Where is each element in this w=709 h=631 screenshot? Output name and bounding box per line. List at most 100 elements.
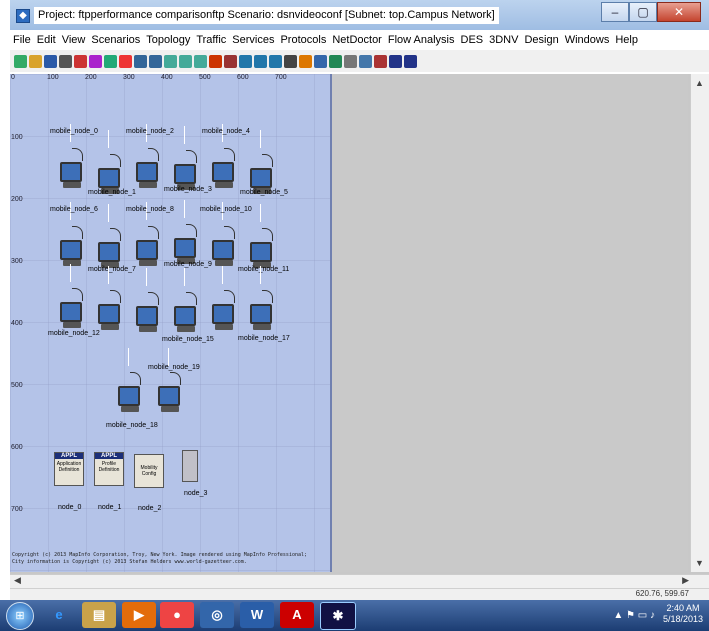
profile-definition-node[interactable]: APPL Profile Definition — [94, 452, 124, 486]
opnet-modeler-icon[interactable]: ✱ — [320, 602, 356, 630]
acrobat-icon[interactable]: A — [280, 602, 314, 628]
opnet-icon[interactable]: ◎ — [200, 602, 234, 628]
antenna-icon — [262, 154, 273, 167]
view-results-icon[interactable] — [239, 54, 252, 68]
maximize-button[interactable]: ▢ — [629, 2, 657, 22]
app-icon[interactable]: ◆ — [16, 9, 30, 23]
mobile-node-7[interactable] — [90, 204, 130, 284]
file-explorer-icon[interactable]: ▤ — [82, 602, 116, 628]
scroll-left-icon[interactable]: ◀ — [14, 575, 21, 586]
node-label: mobile_node_5 — [240, 189, 288, 196]
zoom-in-icon[interactable] — [134, 54, 147, 68]
mobile-node-18[interactable] — [110, 348, 150, 428]
grid-icon[interactable] — [389, 54, 402, 68]
menu-netdoctor[interactable]: NetDoctor — [329, 31, 385, 49]
tray-icons[interactable]: ▲ ⚑ ▭ ♪ — [613, 610, 655, 621]
workstation-icon — [174, 306, 196, 326]
traffic-export-icon[interactable] — [194, 54, 207, 68]
traffic-icon[interactable] — [164, 54, 177, 68]
mobile-node-3[interactable] — [166, 126, 206, 206]
title-bar[interactable]: ◆ Project: ftpperformance comparisonftp … — [10, 0, 709, 30]
mobility-config-node[interactable]: Mobility Config — [134, 454, 164, 488]
scroll-up-icon[interactable]: ▲ — [695, 78, 704, 88]
mobile-node-1[interactable] — [90, 130, 130, 210]
toolbar — [10, 50, 709, 72]
window-icon[interactable] — [359, 54, 372, 68]
topology-icon[interactable] — [314, 54, 327, 68]
taskbar: ⊞ e ▤ ▶ ● ◎ W A ✱ ▲ ⚑ ▭ ♪ 2:40 AM 5/18/2… — [0, 600, 709, 631]
antenna-icon — [186, 292, 197, 305]
print-icon[interactable] — [59, 54, 72, 68]
word-icon[interactable]: W — [240, 602, 274, 628]
menu-services[interactable]: Services — [229, 31, 277, 49]
chrome-icon[interactable]: ● — [160, 602, 194, 628]
menu-view[interactable]: View — [59, 31, 89, 49]
mobile-node-2[interactable] — [128, 124, 168, 204]
menu-flow-analysis[interactable]: Flow Analysis — [385, 31, 458, 49]
menu-topology[interactable]: Topology — [143, 31, 193, 49]
mobile-node-5[interactable] — [242, 130, 282, 210]
minimize-button[interactable]: – — [601, 2, 629, 22]
menu-help[interactable]: Help — [612, 31, 641, 49]
menu-scenarios[interactable]: Scenarios — [88, 31, 143, 49]
media-player-icon[interactable]: ▶ — [122, 602, 156, 628]
check-links-icon[interactable] — [104, 54, 117, 68]
menu-des[interactable]: DES — [458, 31, 487, 49]
save-icon[interactable] — [44, 54, 57, 68]
server-icon[interactable] — [182, 450, 198, 482]
mobile-node-0[interactable] — [52, 124, 92, 204]
menu-traffic[interactable]: Traffic — [193, 31, 229, 49]
cut-icon[interactable] — [74, 54, 87, 68]
select-icon[interactable] — [284, 54, 297, 68]
network-canvas[interactable]: 0 100 200 300 400 500 600 700 100 200 30… — [10, 74, 332, 572]
antenna-icon — [148, 292, 159, 305]
compare-results-icon[interactable] — [269, 54, 282, 68]
menu-design[interactable]: Design — [521, 31, 561, 49]
menu-file[interactable]: File — [10, 31, 34, 49]
mobile-node-4[interactable] — [204, 124, 244, 204]
object-palette-icon[interactable] — [89, 54, 102, 68]
report-icon[interactable] — [344, 54, 357, 68]
subnet-icon[interactable] — [404, 54, 417, 68]
menu-windows[interactable]: Windows — [562, 31, 613, 49]
mobile-node-10[interactable] — [204, 202, 244, 282]
node-label: mobile_node_2 — [126, 128, 174, 135]
mobile-node-9[interactable] — [166, 200, 206, 280]
copyright-notice: Copyright (c) 2013 MapInfo Corporation, … — [12, 552, 308, 565]
node-label: node_1 — [98, 504, 122, 511]
start-button[interactable]: ⊞ — [6, 602, 34, 630]
mobile-node-6[interactable] — [52, 202, 92, 282]
zoom-out-icon[interactable] — [149, 54, 162, 68]
workstation-icon — [174, 164, 196, 184]
terminate-icon[interactable] — [374, 54, 387, 68]
workstation-icon — [250, 242, 272, 262]
application-definition-node[interactable]: APPL Application Definition — [54, 452, 84, 486]
configure-run-icon[interactable] — [224, 54, 237, 68]
antenna-icon — [186, 150, 197, 163]
mobile-node-11[interactable] — [242, 204, 282, 284]
internet-explorer-icon[interactable]: e — [42, 602, 76, 628]
menu-protocols[interactable]: Protocols — [277, 31, 329, 49]
menu-edit[interactable]: Edit — [34, 31, 59, 49]
antenna-icon — [72, 148, 83, 161]
run-flow-icon[interactable] — [209, 54, 222, 68]
traffic-import-icon[interactable] — [179, 54, 192, 68]
ruler-left: 100 200 300 400 500 600 700 — [11, 134, 23, 513]
hide-graphs-icon[interactable] — [254, 54, 267, 68]
des-icon[interactable] — [329, 54, 342, 68]
node-label: mobile_node_0 — [50, 128, 98, 135]
mobile-node-19[interactable] — [150, 348, 190, 428]
clock[interactable]: 2:40 AM 5/18/2013 — [661, 603, 705, 625]
scroll-down-icon[interactable]: ▼ — [695, 558, 704, 568]
horizontal-scrollbar[interactable]: ◀ ▶ — [10, 574, 709, 589]
close-button[interactable]: ✕ — [657, 2, 701, 22]
open-folder-icon[interactable] — [29, 54, 42, 68]
new-project-icon[interactable] — [14, 54, 27, 68]
failure-icon[interactable] — [119, 54, 132, 68]
scroll-right-icon[interactable]: ▶ — [682, 575, 689, 586]
menu-3dnv[interactable]: 3DNV — [486, 31, 521, 49]
vertical-scrollbar[interactable]: ▲ ▼ — [690, 74, 709, 572]
mobile-node-13[interactable] — [90, 266, 130, 346]
mobile-node-8[interactable] — [128, 202, 168, 282]
ace-icon[interactable] — [299, 54, 312, 68]
